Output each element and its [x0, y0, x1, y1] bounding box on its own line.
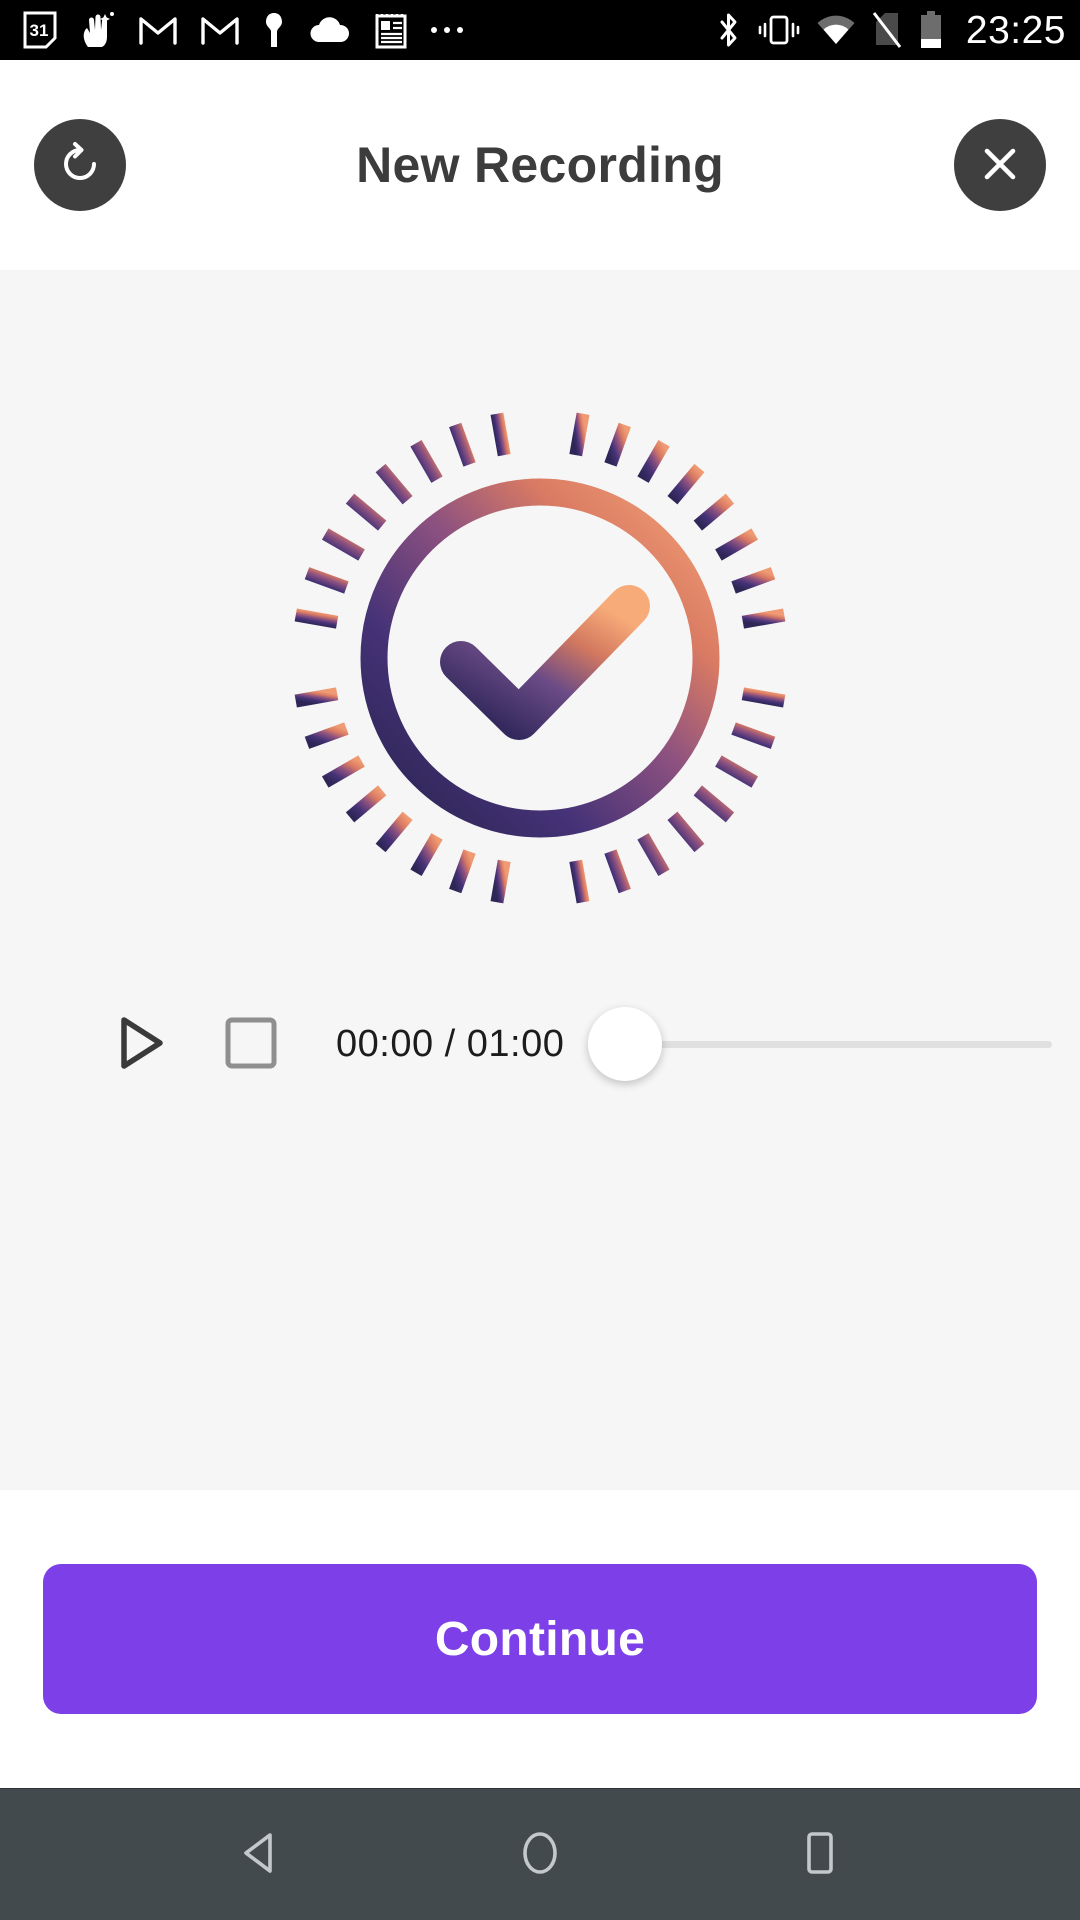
battery-icon: [918, 10, 944, 50]
notes-icon: [374, 10, 408, 50]
status-bar-right-icons: 23:25: [716, 10, 1066, 50]
playback-time-label: 00:00 / 01:00: [336, 1022, 565, 1065]
recents-square-icon: [792, 1825, 848, 1884]
play-icon: [108, 1012, 170, 1077]
cloud-icon: [308, 10, 352, 50]
stop-button[interactable]: [222, 1015, 280, 1073]
content-area: 00:00 / 01:00: [0, 270, 1080, 1490]
success-check-burst-icon: [260, 378, 820, 938]
android-nav-bar: [0, 1788, 1080, 1920]
calendar-icon: 31: [22, 10, 58, 50]
sim-off-icon: [872, 10, 902, 50]
play-button[interactable]: [108, 1013, 170, 1075]
seek-bar[interactable]: [588, 998, 1052, 1090]
nav-back-button[interactable]: [205, 1800, 315, 1910]
svg-text:31: 31: [30, 21, 49, 40]
back-triangle-icon: [232, 1825, 288, 1884]
wifi-icon: [816, 10, 856, 50]
close-button[interactable]: [954, 119, 1046, 211]
app-root: 31 23:25 New Recording 00:00 / 01:00 Con…: [0, 0, 1080, 1920]
nav-home-button[interactable]: [485, 1800, 595, 1910]
close-icon: [975, 139, 1025, 192]
seek-thumb[interactable]: [588, 1007, 663, 1081]
status-bar: 31 23:25: [0, 0, 1080, 60]
bluetooth-icon: [716, 10, 742, 50]
more-dots-icon: [430, 10, 464, 50]
gmail-icon: [138, 10, 178, 50]
home-circle-icon: [512, 1825, 568, 1884]
audio-player-controls: 00:00 / 01:00: [0, 998, 1080, 1090]
stop-icon: [222, 1014, 280, 1075]
sparkle-hand-icon: [80, 10, 116, 50]
nav-recents-button[interactable]: [765, 1800, 875, 1910]
status-bar-left-icons: 31: [22, 10, 716, 50]
status-bar-clock: 23:25: [965, 8, 1066, 52]
continue-button[interactable]: Continue: [43, 1564, 1037, 1714]
restart-recording-button[interactable]: [34, 119, 126, 211]
footer-bar: Continue: [0, 1490, 1080, 1788]
page-title: New Recording: [356, 137, 724, 193]
app-header: New Recording: [0, 60, 1080, 270]
vibrate-icon: [758, 10, 800, 50]
gmail-alt-icon: [200, 10, 240, 50]
refresh-icon: [54, 138, 106, 193]
keyhole-icon: [262, 10, 286, 50]
